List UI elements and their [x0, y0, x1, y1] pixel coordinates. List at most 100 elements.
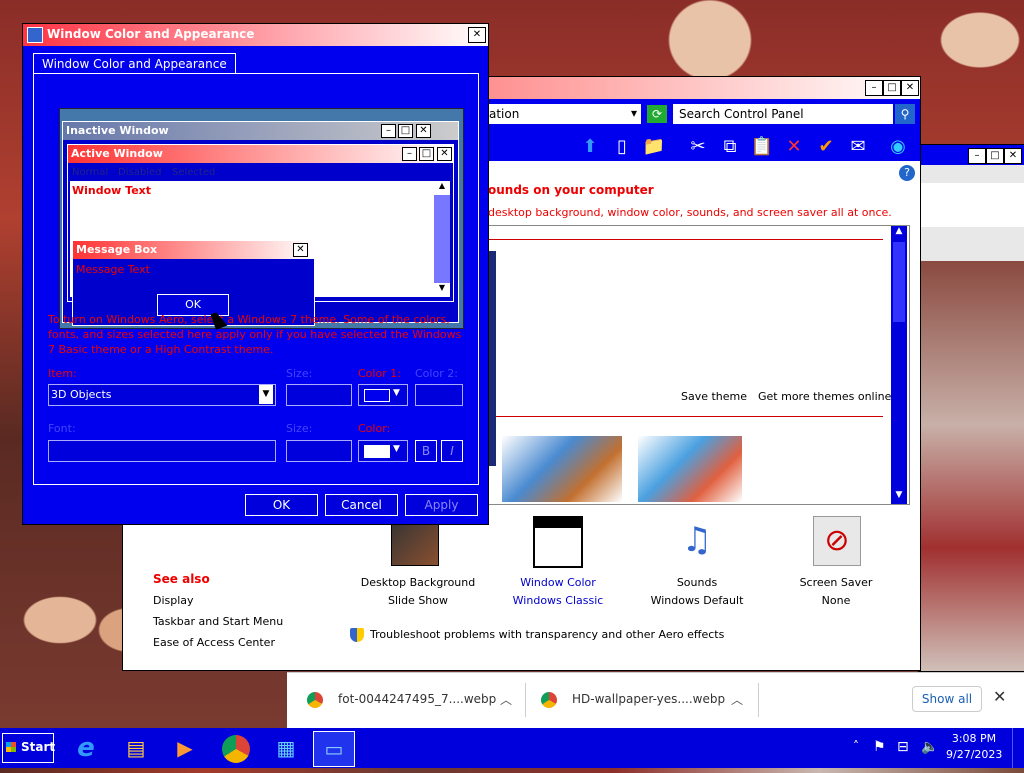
color2-picker	[415, 384, 463, 406]
network-icon[interactable]: ⊟	[897, 739, 909, 755]
screen-saver-icon[interactable]: ⊘	[813, 516, 861, 566]
paste-icon[interactable]: 📋	[750, 135, 774, 159]
sounds-icon[interactable]: ♫	[673, 516, 721, 564]
tab-window-color[interactable]: Window Color and Appearance	[33, 53, 236, 74]
clock-date[interactable]: 9/27/2023	[946, 748, 1002, 761]
close-button: ✕	[416, 124, 431, 138]
color2-label: Color 2:	[415, 367, 458, 380]
close-icon[interactable]: ✕	[993, 687, 1009, 707]
sounds-label[interactable]: Sounds	[637, 576, 757, 589]
sounds-sub[interactable]: Windows Default	[637, 594, 757, 607]
start-button[interactable]: Start	[2, 733, 55, 763]
chrome-icon[interactable]	[216, 731, 256, 765]
address-bar[interactable]: ation ▾	[487, 104, 641, 124]
divider	[428, 416, 883, 417]
theme-thumbnail[interactable]	[638, 436, 742, 502]
desktop-background-label[interactable]: Desktop Background	[358, 576, 478, 589]
scrollbar[interactable]: ▲ ▼	[891, 226, 907, 504]
layout-icon[interactable]: ▯	[610, 135, 634, 159]
folder-icon[interactable]: 📁	[642, 135, 666, 159]
search-icon[interactable]: ⚲	[895, 104, 915, 124]
search-input[interactable]: Search Control Panel	[673, 104, 893, 124]
ok-button[interactable]: OK	[245, 494, 318, 516]
chevron-up-icon[interactable]: ︿	[731, 691, 743, 708]
scroll-up-arrow[interactable]: ▲	[891, 226, 907, 240]
save-theme-link[interactable]: Save theme	[681, 390, 747, 403]
close-button[interactable]: ✕	[901, 80, 919, 96]
delete-icon[interactable]: ✕	[782, 135, 806, 159]
message-box-title: Message Box	[76, 243, 158, 256]
maximize-button: □	[419, 147, 434, 161]
internet-explorer-icon[interactable]: e	[66, 731, 106, 765]
maximize-button[interactable]: □	[883, 80, 901, 96]
control-panel-icon[interactable]: ▦	[266, 731, 306, 765]
file-explorer-icon[interactable]: ▤	[116, 731, 156, 765]
globe-icon[interactable]: ◉	[886, 135, 910, 159]
window-text: Window Text	[72, 184, 152, 197]
chevron-up-icon[interactable]: ˄	[853, 739, 859, 753]
color1-label: Color 1:	[358, 367, 401, 380]
link-ease-access[interactable]: Ease of Access Center	[153, 636, 275, 649]
desktop-background-sub[interactable]: Slide Show	[358, 594, 478, 607]
close-button[interactable]: ✕	[468, 27, 486, 43]
show-all-button[interactable]: Show all	[912, 686, 982, 712]
close-button[interactable]: ✕	[1004, 148, 1022, 164]
cut-icon[interactable]: ✂	[686, 135, 710, 159]
show-desktop-button[interactable]	[1012, 728, 1024, 768]
browser-toolbar	[919, 183, 1024, 227]
minimize-button: –	[381, 124, 396, 138]
shield-icon	[350, 628, 364, 642]
screen-saver-sub[interactable]: None	[776, 594, 896, 607]
active-window-title: Active Window	[71, 147, 163, 160]
chevron-down-icon: ▼	[393, 444, 400, 454]
download-item[interactable]: HD-wallpaper-yes....webp ︿	[541, 689, 756, 711]
chrome-logo	[222, 735, 250, 763]
item-select[interactable]: 3D Objects	[48, 384, 276, 406]
minimize-button: –	[402, 147, 417, 161]
font-size-label: Size:	[286, 422, 313, 435]
dialog-titlebar: Window Color and Appearance	[23, 24, 488, 46]
themes-panel-edge	[488, 251, 496, 466]
download-item[interactable]: fot-0044247495_7....webp ︿	[307, 689, 522, 711]
chevron-down-icon[interactable]: ▾	[631, 106, 637, 120]
get-more-themes-link[interactable]: Get more themes online	[758, 390, 891, 403]
link-taskbar[interactable]: Taskbar and Start Menu	[153, 615, 283, 628]
maximize-button[interactable]: □	[986, 148, 1004, 164]
message-text: Message Text	[76, 263, 150, 276]
chevron-up-icon[interactable]: ︿	[500, 691, 512, 708]
refresh-icon[interactable]: ⟳	[647, 105, 667, 123]
inactive-window-title: Inactive Window	[66, 124, 169, 137]
window-color-icon[interactable]	[533, 516, 583, 568]
size-label: Size:	[286, 367, 313, 380]
personalization-icon[interactable]: ▭	[313, 731, 355, 767]
chevron-down-icon[interactable]: ▼	[259, 385, 273, 404]
copy-icon[interactable]: ⧉	[718, 135, 742, 159]
mail-icon[interactable]: ✉	[846, 135, 870, 159]
window-color-sub[interactable]: Windows Classic	[498, 594, 618, 607]
appearance-preview[interactable]: Inactive Window – □ ✕ Active Window – □ …	[59, 108, 464, 329]
screen-saver-label[interactable]: Screen Saver	[776, 576, 896, 589]
scroll-thumb[interactable]	[893, 242, 905, 322]
volume-icon[interactable]: 🔈	[921, 739, 938, 755]
media-player-icon[interactable]: ▶	[165, 731, 205, 765]
flag-icon[interactable]: ⚑	[873, 739, 886, 755]
link-display[interactable]: Display	[153, 594, 194, 607]
minimize-button[interactable]: –	[968, 148, 986, 164]
clock-time[interactable]: 3:08 PM	[950, 732, 998, 745]
troubleshoot-link[interactable]: Troubleshoot problems with transparency …	[370, 628, 724, 641]
chrome-icon	[307, 692, 323, 708]
help-icon[interactable]: ?	[899, 165, 915, 181]
cancel-button[interactable]: Cancel	[325, 494, 398, 516]
chevron-down-icon: ▼	[393, 388, 400, 398]
check-icon[interactable]: ✔	[814, 135, 838, 159]
color1-picker[interactable]: ▼	[358, 384, 408, 406]
up-arrow-icon[interactable]: ⬆	[578, 135, 602, 159]
font-color-picker[interactable]: ▼	[358, 440, 408, 462]
scroll-down-arrow[interactable]: ▼	[891, 490, 907, 504]
theme-thumbnail[interactable]	[502, 436, 622, 502]
bold-button: B	[415, 440, 437, 462]
window-color-dialog: Window Color and Appearance ✕ Window Col…	[22, 23, 489, 525]
font-label: Font:	[48, 422, 76, 435]
window-color-label[interactable]: Window Color	[498, 576, 618, 589]
minimize-button[interactable]: –	[865, 80, 883, 96]
